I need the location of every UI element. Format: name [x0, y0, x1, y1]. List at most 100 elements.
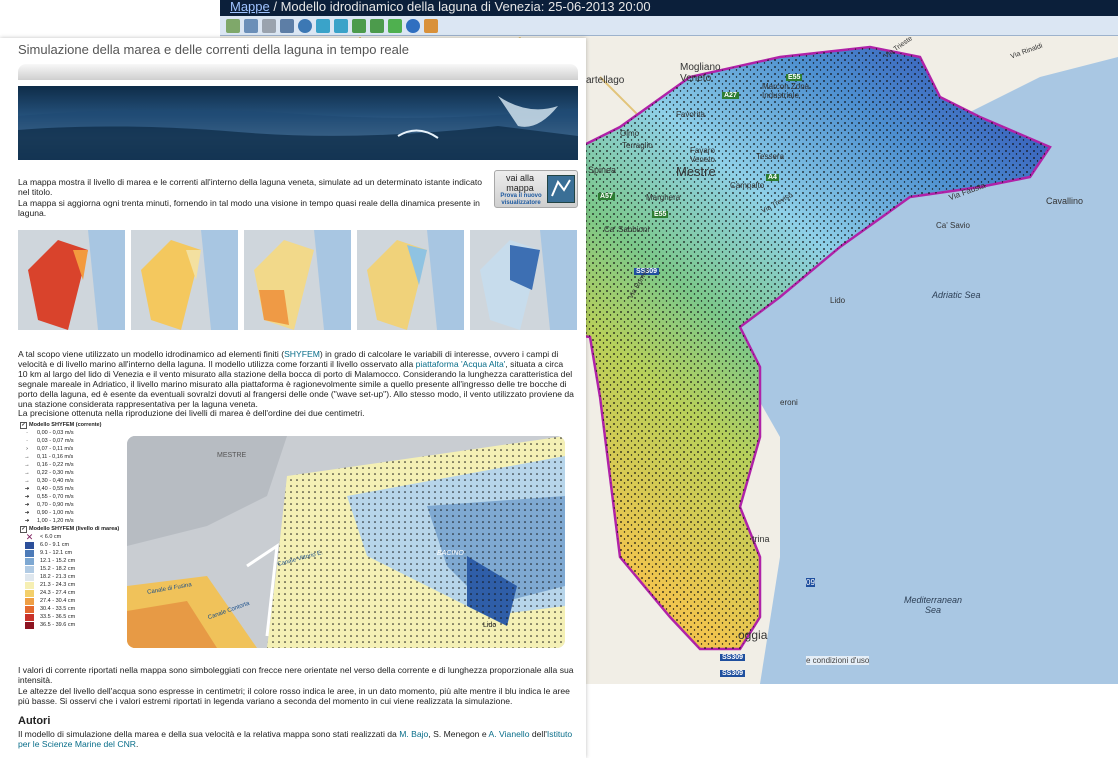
zoom-out-icon[interactable]: [334, 18, 348, 33]
legend: ✓ Modello SHYFEM (corrente) · 0,00 - 0,03 …: [20, 421, 128, 629]
arrow-icon: ·: [26, 430, 28, 436]
legend-current-header[interactable]: ✓ Modello SHYFEM (corrente): [20, 421, 128, 429]
place-label: Terraglio: [622, 141, 653, 150]
map-thumbnail-icon: [547, 175, 575, 203]
map-titlebar: Mappe / Modello idrodinamico della lagun…: [220, 0, 1118, 16]
measure-icon[interactable]: [424, 18, 438, 33]
model-description: A tal scopo viene utilizzato un modello …: [18, 349, 574, 409]
legend-level-row: 18.2 - 21.3 cm: [20, 573, 128, 581]
legend-level-row: 33.5 - 36.5 cm: [20, 613, 128, 621]
legend-level-row: 24.3 - 27.4 cm: [20, 589, 128, 597]
vai-alla-mappa-button[interactable]: vai alla mappa Prova il nuovo visualizza…: [494, 170, 578, 208]
water-photo: [18, 96, 578, 160]
color-swatch: [25, 597, 34, 605]
legend-current-title: Modello SHYFEM (corrente): [29, 422, 102, 428]
place-label: Marcon Zona Industriale: [762, 82, 810, 100]
breadcrumb-mappe[interactable]: Mappe: [230, 0, 270, 14]
legend-level-row: 27.4 - 30.4 cm: [20, 597, 128, 605]
legend-current-row: · 0,03 - 0,07 m/s: [20, 437, 128, 445]
info-page: Simulazione della marea e delle correnti…: [0, 38, 586, 758]
place-label: Mestre: [676, 164, 716, 179]
map-toolbar: [220, 16, 1118, 36]
legend-level-row: 12.1 - 15.2 cm: [20, 557, 128, 565]
color-swatch: [25, 621, 34, 629]
legend-level-row: 30.4 - 33.5 cm: [20, 605, 128, 613]
thumbnail-map-5[interactable]: [470, 230, 577, 330]
checkbox-icon[interactable]: ✓: [20, 421, 27, 429]
place-label: Spinea: [588, 165, 617, 175]
legend-level-header[interactable]: ✓ Modello SHYFEM (livello di marea): [20, 525, 128, 533]
color-swatch: [25, 573, 34, 581]
color-swatch: [25, 613, 34, 621]
place-label: oggia: [738, 628, 768, 642]
place-label: Favaro Veneto: [690, 146, 715, 164]
color-swatch: [25, 589, 34, 597]
place-label: Cavallino: [1046, 196, 1084, 206]
legend-current-row: → 0,22 - 0,30 m/s: [20, 469, 128, 477]
arrow-icon: ›: [26, 446, 28, 452]
banner-frame: [18, 64, 578, 80]
thumbnail-map-2[interactable]: [131, 230, 238, 330]
legend-level-row: 9.1 - 12.1 cm: [20, 549, 128, 557]
place-label: Mediterranean Sea: [903, 595, 963, 615]
road-badge: E55: [652, 211, 669, 218]
color-swatch: [25, 605, 34, 613]
back-arrow-icon[interactable]: [352, 18, 366, 33]
detail-label: MESTRE: [217, 452, 247, 459]
arrow-icon: →: [24, 462, 30, 468]
place-label: Campalto: [730, 181, 765, 190]
level-explanation: Le altezze del livello dell'acqua sono e…: [18, 686, 570, 706]
detail-label: Lido: [483, 622, 497, 629]
legend-level-row: 21.3 - 24.3 cm: [20, 581, 128, 589]
acqua-alta-link[interactable]: piattaforma 'Acqua Alta': [416, 359, 506, 369]
tools-icon[interactable]: [262, 18, 276, 33]
arrow-icon: ➔: [24, 502, 30, 508]
road-badge: E55: [786, 74, 803, 81]
arrow-icon: ➔: [24, 494, 30, 500]
road-badge: SS309: [720, 654, 746, 661]
map-title: / Modello idrodinamico della laguna di V…: [273, 0, 651, 14]
legend-level-title: Modello SHYFEM (livello di marea): [29, 526, 120, 532]
legend-current-row: · 0,00 - 0,03 m/s: [20, 429, 128, 437]
autori-heading: Autori: [18, 715, 51, 727]
thumbnail-map-4[interactable]: [357, 230, 464, 330]
detail-label: BACINO: [437, 550, 464, 557]
legend-level-row: 15.2 - 18.2 cm: [20, 565, 128, 573]
road-badge: A4: [766, 174, 779, 181]
intro-text-1: La mappa mostra il livello di marea e le…: [18, 177, 483, 197]
arrow-icon: ➔: [24, 518, 30, 524]
home-icon[interactable]: [226, 18, 240, 33]
page-title: Simulazione della marea e delle correnti…: [18, 42, 409, 57]
zoom-in-icon[interactable]: [316, 18, 330, 33]
layers-icon[interactable]: [244, 18, 258, 33]
author-link-bajo[interactable]: M. Bajo: [399, 729, 428, 739]
place-label: Tessera: [756, 152, 785, 161]
info-icon[interactable]: [406, 18, 420, 33]
place-label: artellago: [586, 75, 625, 86]
author-link-vianello[interactable]: A. Vianello: [489, 729, 530, 739]
map-footer-link[interactable]: e condizioni d'uso: [806, 656, 870, 665]
arrow-icon: ➔: [24, 510, 30, 516]
print-icon[interactable]: [280, 18, 294, 33]
vai-label: vai alla mappa: [505, 173, 534, 193]
arrow-icon: ➔: [24, 486, 30, 492]
arrow-icon: →: [24, 470, 30, 476]
color-swatch: [25, 557, 34, 565]
globe-icon[interactable]: [298, 18, 312, 33]
detail-map[interactable]: MESTRE BACINO Lido Canale Vittorio E. Ca…: [127, 436, 565, 648]
thumbnail-map-3[interactable]: [244, 230, 351, 330]
shyfem-link[interactable]: SHYFEM: [284, 349, 320, 359]
cross-icon: ✕: [25, 531, 34, 542]
vai-sub-label: Prova il nuovo visualizzatore: [500, 193, 542, 206]
legend-current-row: › 0,07 - 0,11 m/s: [20, 445, 128, 453]
place-label: Lido: [830, 296, 846, 305]
legend-level-row: 36.5 - 39.6 cm: [20, 621, 128, 629]
arrow-icon: →: [24, 478, 30, 484]
grid-icon[interactable]: [388, 18, 402, 33]
thumbnail-map-1[interactable]: [18, 230, 125, 330]
place-label: Ca' Sabbioni: [604, 225, 650, 234]
color-swatch: [25, 541, 34, 549]
current-explanation: I valori di corrente riportati nella map…: [18, 665, 574, 685]
forward-arrow-icon[interactable]: [370, 18, 384, 33]
place-label: trina: [752, 534, 770, 544]
